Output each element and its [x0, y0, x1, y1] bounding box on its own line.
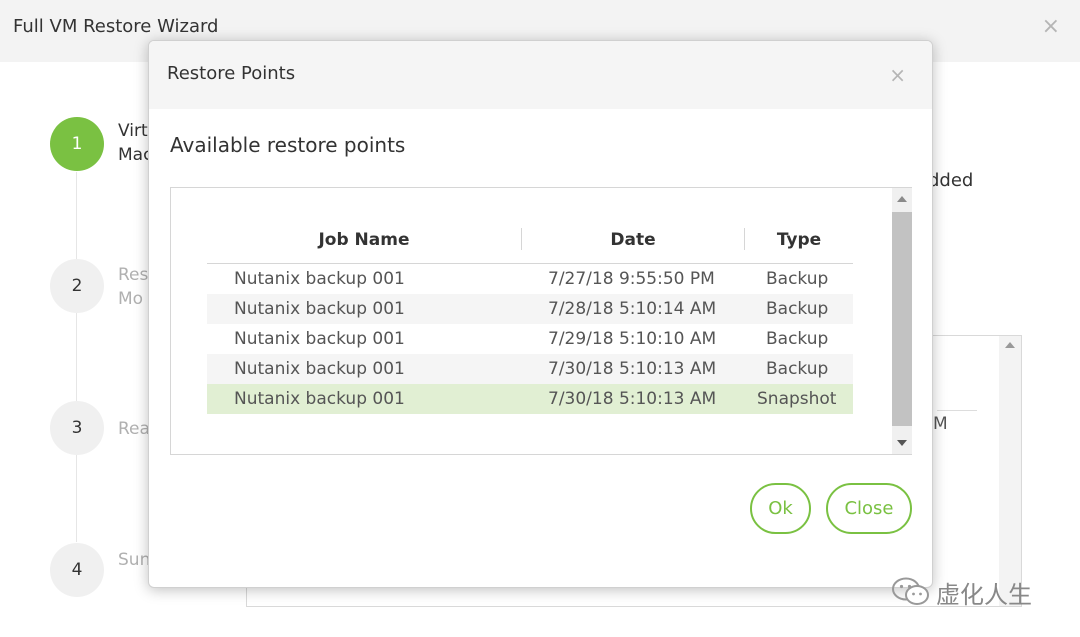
background-added-text: dded	[928, 170, 974, 191]
step-2-label: Res Mo	[118, 265, 149, 309]
cell-type: Backup	[766, 299, 829, 319]
dialog-header: Restore Points ×	[149, 41, 932, 109]
step-4-label: Sun	[118, 550, 151, 570]
dialog-title: Restore Points	[167, 63, 296, 84]
table-row[interactable]: Nutanix backup 001 7/30/18 5:10:13 AM Ba…	[207, 354, 853, 384]
wechat-watermark: 虚化人生	[890, 574, 1032, 610]
steps-connector-line	[76, 172, 77, 542]
cell-date: 7/29/18 5:10:10 AM	[548, 329, 717, 349]
table-row[interactable]: Nutanix backup 001 7/28/18 5:10:14 AM Ba…	[207, 294, 853, 324]
grid-header: Job Name Date Type	[207, 226, 853, 264]
close-button[interactable]: Close	[826, 483, 912, 534]
cell-job-name: Nutanix backup 001	[234, 269, 405, 289]
restore-points-grid: Job Name Date Type Nutanix backup 001 7/…	[170, 187, 912, 455]
cell-job-name: Nutanix backup 001	[234, 299, 405, 319]
wizard-close-icon[interactable]: ×	[1042, 14, 1060, 39]
table-row[interactable]: Nutanix backup 001 7/27/18 9:55:50 PM Ba…	[207, 264, 853, 294]
scroll-up-arrow-icon[interactable]	[897, 196, 907, 202]
background-scroll-up-arrow-icon[interactable]	[1005, 342, 1015, 348]
cell-type: Backup	[766, 359, 829, 379]
cell-job-name: Nutanix backup 001	[234, 389, 405, 409]
cell-date: 7/30/18 5:10:13 AM	[548, 389, 717, 409]
ok-button[interactable]: Ok	[750, 483, 811, 534]
cell-date: 7/30/18 5:10:13 AM	[548, 359, 717, 379]
scrollbar-thumb[interactable]	[892, 212, 912, 426]
step-2-circle[interactable]: 2	[50, 259, 104, 313]
cell-job-name: Nutanix backup 001	[234, 359, 405, 379]
cell-type: Snapshot	[757, 389, 837, 409]
watermark-text: 虚化人生	[936, 580, 1032, 609]
restore-points-dialog: Restore Points × Available restore point…	[148, 40, 933, 588]
step-1-circle[interactable]: 1	[50, 117, 104, 171]
step-3-circle[interactable]: 3	[50, 401, 104, 455]
column-header-type[interactable]: Type	[745, 226, 853, 264]
table-row[interactable]: Nutanix backup 001 7/29/18 5:10:10 AM Ba…	[207, 324, 853, 354]
column-header-job-name[interactable]: Job Name	[207, 226, 521, 264]
table-row-selected[interactable]: Nutanix backup 001 7/30/18 5:10:13 AM Sn…	[207, 384, 853, 414]
scroll-down-arrow-icon[interactable]	[897, 440, 907, 446]
cell-type: Backup	[766, 329, 829, 349]
cell-type: Backup	[766, 269, 829, 289]
cell-job-name: Nutanix backup 001	[234, 329, 405, 349]
column-header-date[interactable]: Date	[522, 226, 744, 264]
background-panel-scrollbar[interactable]	[999, 336, 1021, 606]
step-3-label: Rea	[118, 419, 150, 439]
background-panel-text: M	[933, 414, 948, 434]
wizard-title: Full VM Restore Wizard	[13, 16, 219, 37]
grid-scrollbar[interactable]	[892, 188, 912, 454]
available-restore-points-heading: Available restore points	[170, 133, 406, 157]
background-panel-divider	[937, 410, 977, 411]
wechat-logo-icon	[892, 577, 929, 605]
dialog-close-icon[interactable]: ×	[889, 63, 906, 87]
cell-date: 7/27/18 9:55:50 PM	[548, 269, 715, 289]
step-4-circle[interactable]: 4	[50, 543, 104, 597]
cell-date: 7/28/18 5:10:14 AM	[548, 299, 717, 319]
